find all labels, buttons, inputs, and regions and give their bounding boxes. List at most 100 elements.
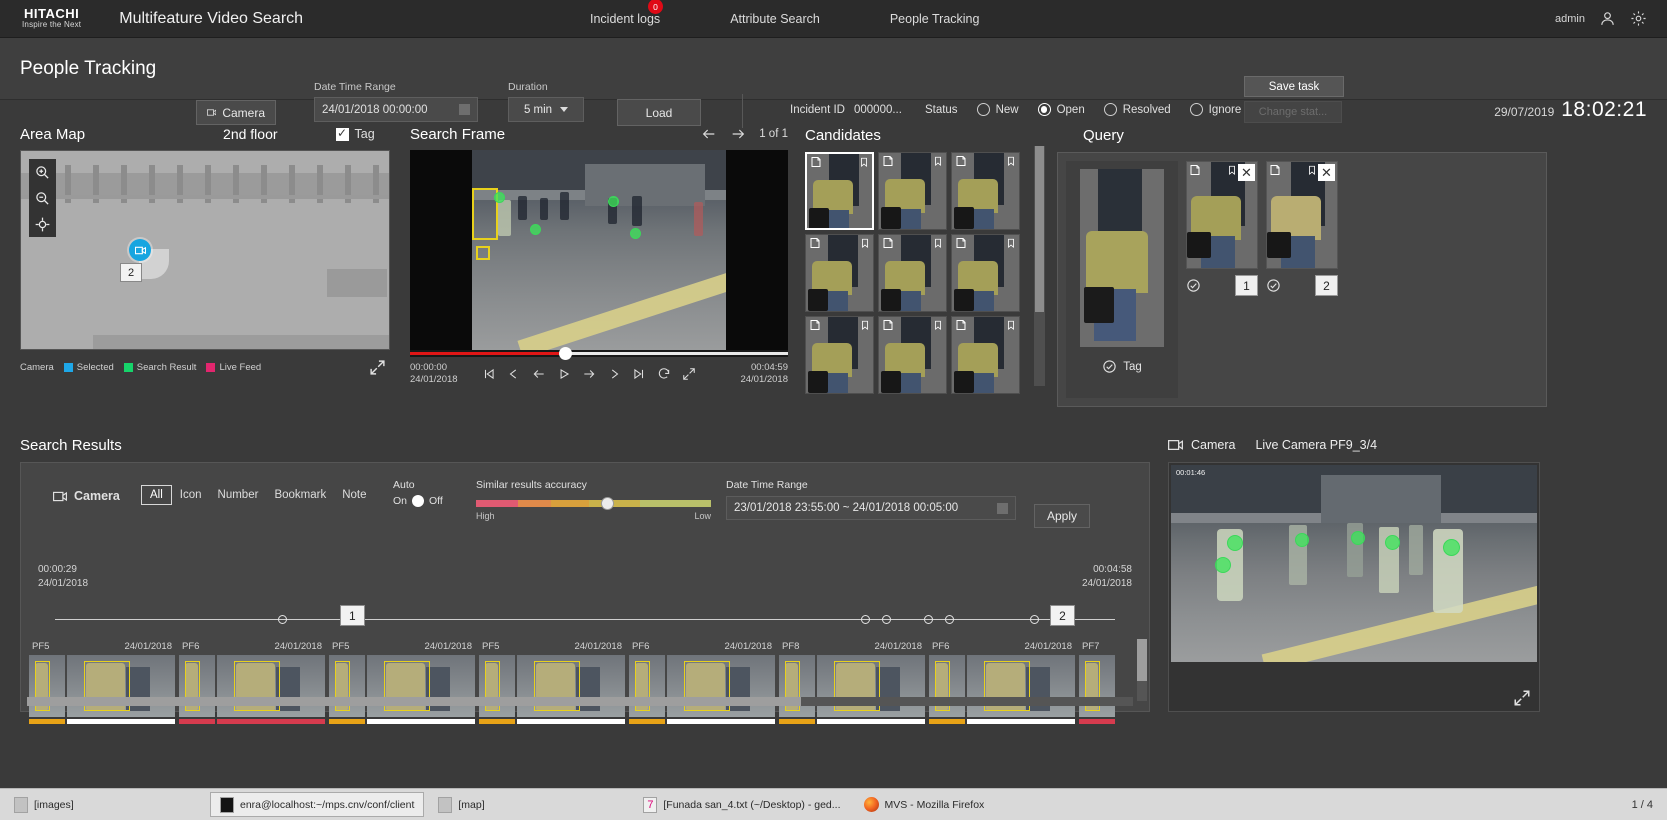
nav-people-tracking[interactable]: People Tracking: [890, 12, 980, 26]
status-radio-new[interactable]: New: [977, 103, 1019, 116]
bookmark-icon[interactable]: [933, 155, 943, 167]
nav-attribute-search[interactable]: Attribute Search: [730, 12, 820, 26]
result-thumbnail[interactable]: [667, 655, 775, 717]
camera-pin-2[interactable]: [129, 239, 151, 261]
bookmark-icon[interactable]: [859, 156, 869, 168]
close-icon[interactable]: ✕: [1238, 164, 1255, 181]
filter-all[interactable]: All: [141, 485, 172, 505]
close-icon[interactable]: ✕: [1318, 164, 1335, 181]
candidate-thumbnail[interactable]: [951, 234, 1020, 312]
result-thumbnail[interactable]: [929, 655, 965, 717]
timeline-marker[interactable]: [861, 615, 870, 624]
taskbar-item-map[interactable]: [map]: [429, 792, 629, 817]
arrow-right-icon[interactable]: [730, 126, 746, 142]
query-tag[interactable]: Tag: [1102, 359, 1142, 374]
results-timeline[interactable]: 12: [55, 619, 1115, 620]
timeline-marker[interactable]: [278, 615, 287, 624]
query-item[interactable]: ✕2: [1266, 161, 1338, 398]
status-radio-ignore[interactable]: Ignore: [1190, 103, 1242, 116]
auto-toggle[interactable]: On Off: [393, 495, 443, 507]
recenter-icon[interactable]: [29, 211, 56, 237]
bookmark-icon[interactable]: [1006, 319, 1016, 331]
taskbar-item-firefox[interactable]: MVS - Mozilla Firefox: [855, 792, 1055, 817]
query-item-thumbnail[interactable]: ✕: [1266, 161, 1338, 269]
note-icon[interactable]: [809, 319, 821, 331]
note-icon[interactable]: [955, 237, 967, 249]
result-thumbnail[interactable]: [217, 655, 325, 717]
note-icon[interactable]: [1269, 164, 1281, 176]
video-seek-bar[interactable]: [410, 350, 788, 357]
candidate-thumbnail[interactable]: [951, 152, 1020, 230]
candidate-thumbnail[interactable]: [805, 152, 874, 230]
workspace-indicator[interactable]: 1 / 4: [1632, 799, 1653, 811]
result-thumbnail[interactable]: [517, 655, 625, 717]
note-icon[interactable]: [882, 319, 894, 331]
tag-checkbox[interactable]: Tag: [336, 127, 375, 141]
auto-toggle-knob[interactable]: [412, 495, 424, 507]
result-thumbnail[interactable]: [967, 655, 1075, 717]
timeline-flag[interactable]: 2: [1050, 605, 1075, 626]
calendar-icon[interactable]: [997, 503, 1008, 514]
filter-icon[interactable]: Icon: [172, 486, 210, 504]
timeline-flag[interactable]: 1: [340, 605, 365, 626]
note-icon[interactable]: [809, 237, 821, 249]
result-thumbnail[interactable]: [817, 655, 925, 717]
search-frame-video[interactable]: [410, 150, 788, 350]
taskbar-item-terminal[interactable]: enra@localhost:~/mps.cnv/conf/client: [210, 792, 424, 817]
bookmark-icon[interactable]: [933, 237, 943, 249]
bookmark-icon[interactable]: [860, 237, 870, 249]
note-icon[interactable]: [882, 155, 894, 167]
note-icon[interactable]: [810, 156, 822, 168]
candidate-thumbnail[interactable]: [805, 234, 874, 312]
result-thumbnail[interactable]: [629, 655, 665, 717]
candidate-thumbnail[interactable]: [878, 152, 947, 230]
nav-incident-logs[interactable]: Incident logs 0: [590, 12, 660, 26]
timeline-marker[interactable]: [1030, 615, 1039, 624]
zoom-in-icon[interactable]: [29, 159, 56, 185]
note-icon[interactable]: [955, 319, 967, 331]
skip-end-icon[interactable]: [632, 367, 646, 381]
result-thumbnail[interactable]: [779, 655, 815, 717]
candidate-thumbnail[interactable]: [878, 234, 947, 312]
similar-accuracy-handle[interactable]: [601, 497, 614, 510]
filter-bookmark[interactable]: Bookmark: [266, 486, 334, 504]
person-icon[interactable]: [1599, 10, 1616, 27]
live-camera-video[interactable]: 00:01:46: [1171, 465, 1537, 662]
check-circle-icon[interactable]: [1266, 278, 1281, 293]
bookmark-icon[interactable]: [1006, 155, 1016, 167]
candidate-thumbnail[interactable]: [878, 316, 947, 394]
rewind-icon[interactable]: [532, 367, 546, 381]
candidate-thumbnail[interactable]: [805, 316, 874, 394]
result-thumbnail[interactable]: [329, 655, 365, 717]
arrow-left-icon[interactable]: [701, 126, 717, 142]
candidate-thumbnail[interactable]: [951, 316, 1020, 394]
query-preview[interactable]: Tag: [1066, 161, 1178, 398]
note-icon[interactable]: [1189, 164, 1201, 176]
bookmark-icon[interactable]: [1006, 237, 1016, 249]
zoom-out-icon[interactable]: [29, 185, 56, 211]
status-radio-resolved[interactable]: Resolved: [1104, 103, 1171, 116]
expand-icon[interactable]: [369, 359, 386, 376]
result-thumbnail[interactable]: [67, 655, 175, 717]
result-thumbnail[interactable]: [479, 655, 515, 717]
timeline-marker[interactable]: [945, 615, 954, 624]
bookmark-icon[interactable]: [933, 319, 943, 331]
play-icon[interactable]: [557, 367, 571, 381]
result-thumbnail[interactable]: [179, 655, 215, 717]
forward-icon[interactable]: [582, 367, 596, 381]
area-map-canvas[interactable]: 2: [20, 150, 390, 350]
query-item[interactable]: ✕1: [1186, 161, 1258, 398]
result-thumbnail[interactable]: [29, 655, 65, 717]
result-thumbnail[interactable]: [1079, 655, 1115, 717]
scrollbar-thumb[interactable]: [1035, 146, 1044, 312]
loop-icon[interactable]: [657, 367, 671, 381]
result-thumbnail[interactable]: [367, 655, 475, 717]
step-forward-icon[interactable]: [607, 367, 621, 381]
filter-note[interactable]: Note: [334, 486, 374, 504]
bookmark-icon[interactable]: [1307, 164, 1317, 176]
skip-start-icon[interactable]: [482, 367, 496, 381]
results-horizontal-scrollbar[interactable]: [27, 697, 1133, 706]
note-icon[interactable]: [955, 155, 967, 167]
results-date-range-input[interactable]: 23/01/2018 23:55:00 ~ 24/01/2018 00:05:0…: [726, 496, 1016, 520]
scrollbar-thumb[interactable]: [27, 697, 801, 706]
